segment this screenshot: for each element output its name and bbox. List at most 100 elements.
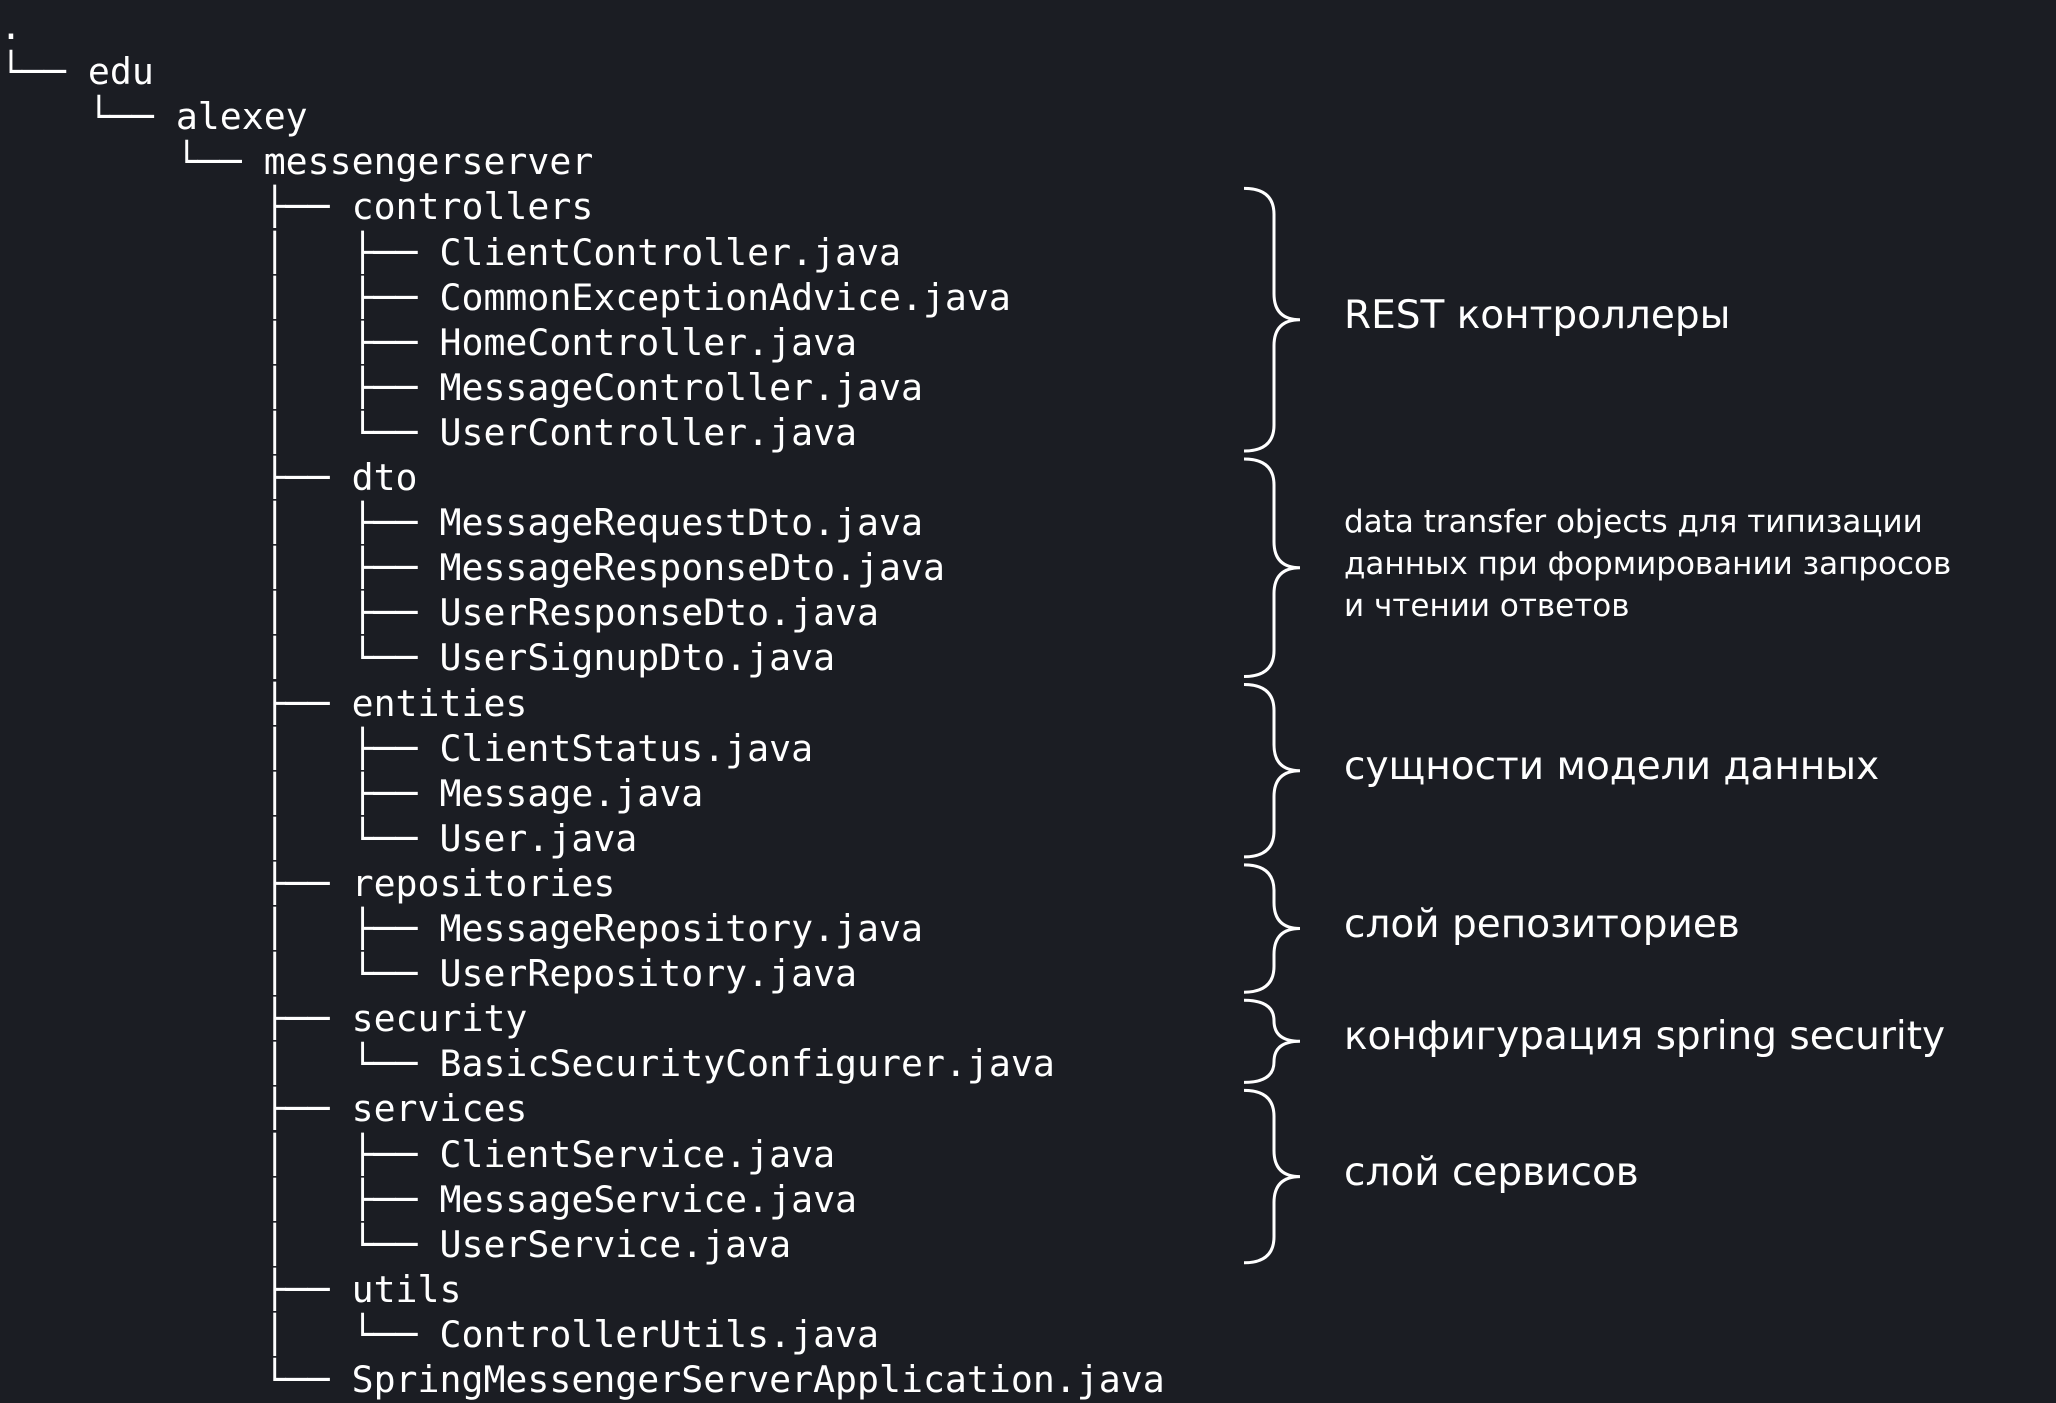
tree-row: │ ├── CommonExceptionAdvice.java bbox=[0, 275, 1011, 320]
tree-branch-prefix: ├── bbox=[0, 681, 352, 725]
tree-file-name: CommonExceptionAdvice.java bbox=[439, 275, 1011, 319]
annotation-label: слой сервисов bbox=[1344, 1149, 2044, 1197]
tree-file-name: ControllerUtils.java bbox=[439, 1312, 880, 1356]
annotation-line: data transfer objects для типизации bbox=[1344, 503, 1923, 540]
tree-branch-prefix: │ ├── bbox=[0, 1177, 440, 1221]
tree-branch-prefix: ├── bbox=[0, 997, 352, 1041]
tree-row: │ ├── Message.java bbox=[0, 771, 704, 816]
tree-folder-name: dto bbox=[351, 456, 418, 499]
tree-row: │ ├── MessageController.java bbox=[0, 365, 923, 410]
tree-file-name: UserController.java bbox=[439, 410, 858, 454]
tree-file-name: UserResponseDto.java bbox=[439, 591, 880, 635]
tree-branch-prefix: │ ├── bbox=[0, 365, 440, 409]
tree-row: │ ├── ClientController.java bbox=[0, 230, 901, 275]
tree-file-name: Message.java bbox=[439, 771, 704, 815]
tree-folder-name: controllers bbox=[351, 185, 594, 229]
tree-file-name: MessageResponseDto.java bbox=[439, 546, 945, 590]
annotation-label: слой репозиториев bbox=[1344, 901, 2044, 949]
tree-branch-prefix: │ ├── bbox=[0, 230, 440, 274]
tree-row: └── edu bbox=[0, 49, 154, 94]
tree-branch-prefix: ├── bbox=[0, 185, 352, 229]
tree-row: │ └── UserSignupDto.java bbox=[0, 635, 835, 680]
tree-row: │ └── UserController.java bbox=[0, 410, 857, 455]
tree-file-name: BasicSecurityConfigurer.java bbox=[439, 1042, 1055, 1086]
tree-row: ├── repositories bbox=[0, 861, 616, 906]
annotation-line: конфигурация spring security bbox=[1344, 1014, 1946, 1060]
tree-row: ├── utils bbox=[0, 1267, 462, 1312]
directory-tree: . └── edu └── alexey └── messengerserver … bbox=[0, 0, 1260, 1403]
tree-folder-name: repositories bbox=[351, 861, 616, 905]
tree-row: └── messengerserver bbox=[0, 139, 594, 184]
tree-branch-prefix: │ ├── bbox=[0, 726, 440, 770]
annotation-line: данных при формировании запросов bbox=[1344, 545, 1952, 582]
tree-row: │ ├── HomeController.java bbox=[0, 320, 857, 365]
tree-branch-prefix: │ └── bbox=[0, 1222, 440, 1266]
tree-folder-name: alexey bbox=[175, 95, 308, 139]
tree-branch-prefix: │ └── bbox=[0, 636, 440, 680]
tree-folder-name: messengerserver bbox=[263, 140, 594, 184]
tree-folder-name: entities bbox=[351, 681, 528, 725]
tree-row: │ └── ControllerUtils.java bbox=[0, 1312, 879, 1357]
curly-brace bbox=[1243, 1088, 1301, 1265]
tree-branch-prefix: │ ├── bbox=[0, 320, 440, 364]
tree-row: └── SpringMessengerServerApplication.jav… bbox=[0, 1357, 1165, 1402]
tree-row: │ ├── ClientStatus.java bbox=[0, 726, 813, 771]
tree-file-name: MessageService.java bbox=[439, 1177, 858, 1221]
tree-folder-name: utils bbox=[351, 1267, 462, 1311]
curly-brace bbox=[1243, 186, 1301, 453]
tree-branch-prefix: ├── bbox=[0, 861, 352, 905]
tree-file-name: ClientService.java bbox=[439, 1132, 836, 1176]
curly-brace bbox=[1243, 457, 1301, 678]
annotation-line: слой сервисов bbox=[1344, 1149, 1639, 1195]
annotation-label: конфигурация spring security bbox=[1344, 1013, 2044, 1061]
tree-file-name: MessageRepository.java bbox=[439, 907, 923, 950]
tree-file-name: MessageController.java bbox=[439, 365, 923, 409]
tree-row: └── alexey bbox=[0, 94, 308, 139]
tree-branch-prefix: . bbox=[0, 5, 22, 48]
tree-branch-prefix: │ ├── bbox=[0, 591, 440, 635]
annotation-label: data transfer objects для типизации данны… bbox=[1344, 501, 2044, 627]
tree-branch-prefix: │ └── bbox=[0, 410, 440, 454]
tree-row: │ ├── MessageService.java bbox=[0, 1177, 857, 1222]
tree-branch-prefix: │ ├── bbox=[0, 546, 440, 590]
tree-row: │ ├── ClientService.java bbox=[0, 1132, 835, 1177]
annotation-line: REST контроллеры bbox=[1344, 292, 1731, 338]
tree-row: │ └── User.java bbox=[0, 816, 638, 861]
tree-row: │ ├── MessageRequestDto.java bbox=[0, 500, 923, 545]
tree-row: ├── security bbox=[0, 996, 528, 1041]
tree-row: │ ├── MessageResponseDto.java bbox=[0, 545, 945, 590]
curly-brace bbox=[1243, 683, 1301, 859]
tree-branch-prefix: │ └── bbox=[0, 1312, 440, 1356]
tree-row: ├── services bbox=[0, 1086, 528, 1131]
tree-branch-prefix: └── bbox=[0, 1358, 352, 1401]
annotation-label: REST контроллеры bbox=[1344, 292, 2044, 340]
tree-row: │ ├── UserResponseDto.java bbox=[0, 590, 879, 635]
tree-branch-prefix: ├── bbox=[0, 1267, 352, 1311]
tree-folder-name: edu bbox=[87, 50, 154, 94]
annotation-braces bbox=[1243, 186, 1301, 1265]
tree-file-name: UserRepository.java bbox=[439, 952, 858, 996]
tree-branch-prefix: │ └── bbox=[0, 952, 440, 996]
annotation-line: сущности модели данных bbox=[1344, 743, 1880, 789]
tree-folder-name: security bbox=[351, 997, 528, 1041]
tree-row: ├── controllers bbox=[0, 184, 594, 229]
annotation-line: слой репозиториев bbox=[1344, 901, 1740, 947]
tree-row: . bbox=[0, 4, 22, 49]
tree-folder-name: services bbox=[351, 1087, 528, 1131]
tree-file-name: UserSignupDto.java bbox=[439, 636, 836, 680]
tree-file-name: UserService.java bbox=[439, 1222, 792, 1266]
tree-branch-prefix: │ ├── bbox=[0, 501, 440, 545]
tree-file-name: User.java bbox=[439, 816, 638, 860]
tree-branch-prefix: │ └── bbox=[0, 1042, 440, 1086]
tree-branch-prefix: └── bbox=[0, 95, 176, 139]
annotation-line: и чтении ответов bbox=[1344, 587, 1630, 624]
tree-branch-prefix: │ ├── bbox=[0, 1132, 440, 1176]
curly-brace bbox=[1243, 998, 1301, 1084]
tree-branch-prefix: │ ├── bbox=[0, 275, 440, 319]
tree-row: │ └── UserService.java bbox=[0, 1222, 791, 1267]
tree-row: │ └── BasicSecurityConfigurer.java bbox=[0, 1041, 1055, 1086]
annotation-label: сущности модели данных bbox=[1344, 743, 2044, 791]
tree-file-name: SpringMessengerServerApplication.java bbox=[351, 1358, 1165, 1401]
tree-file-name: ClientController.java bbox=[439, 230, 901, 274]
tree-row: ├── dto bbox=[0, 455, 418, 500]
